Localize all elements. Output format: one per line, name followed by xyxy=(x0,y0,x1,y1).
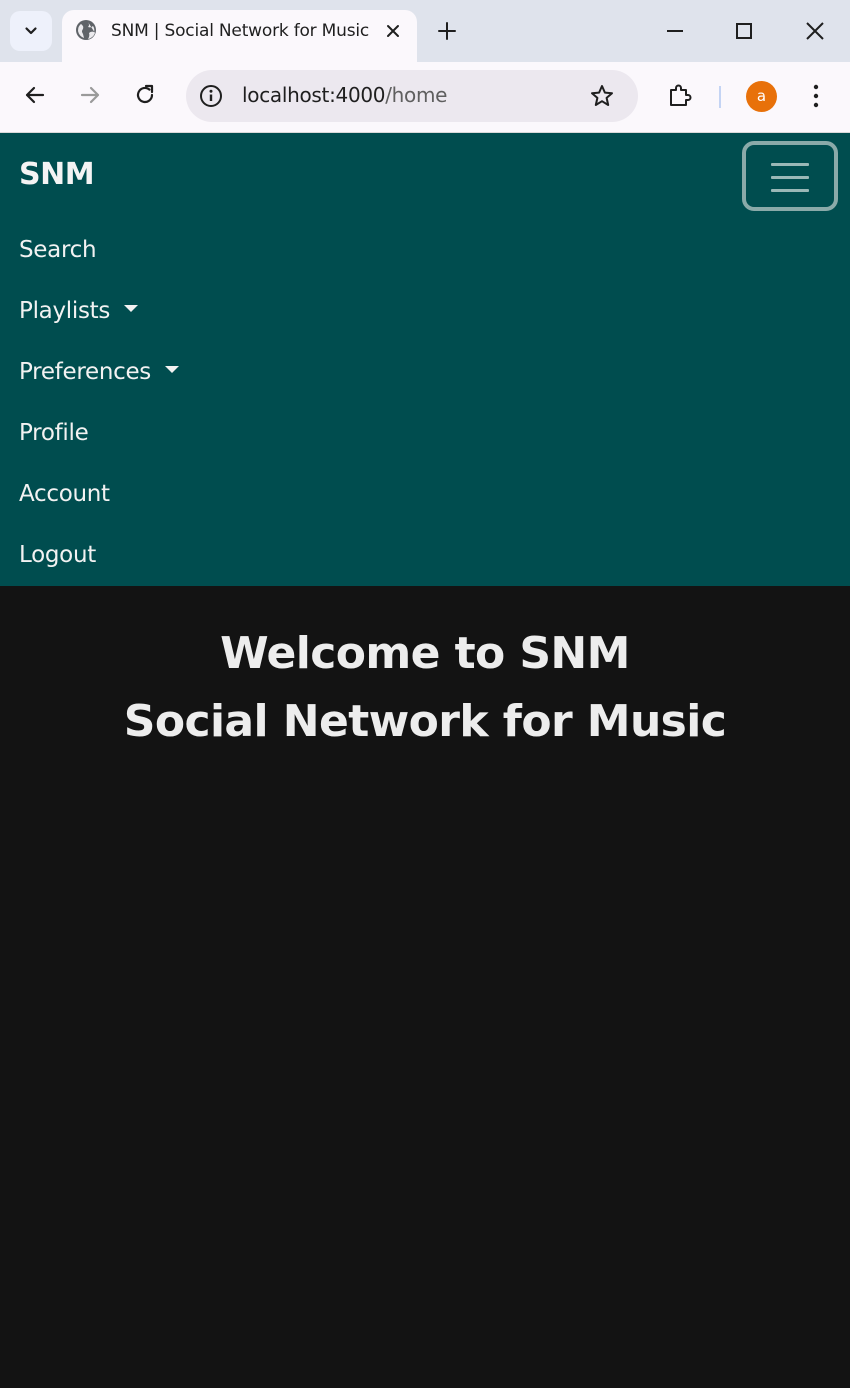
nav-item-label: Preferences xyxy=(19,358,151,385)
nav-item-label: Logout xyxy=(19,541,96,568)
extensions-puzzle-icon[interactable] xyxy=(666,82,694,110)
globe-icon xyxy=(76,20,96,40)
close-window-icon[interactable] xyxy=(803,19,827,43)
main-content: Welcome to SNM Social Network for Music xyxy=(0,586,850,1388)
tab-search-button[interactable] xyxy=(10,11,52,51)
bookmark-star-icon[interactable] xyxy=(589,83,615,109)
minimize-icon[interactable] xyxy=(663,19,687,43)
nav-item-preferences[interactable]: Preferences xyxy=(19,341,179,402)
nav-item-label: Profile xyxy=(19,419,89,446)
dropdown-caret-icon xyxy=(164,366,179,373)
nav-item-playlists[interactable]: Playlists xyxy=(19,280,179,341)
browser-tab-strip: SNM | Social Network for Music xyxy=(0,0,850,62)
close-tab-icon[interactable] xyxy=(382,20,404,42)
nav-item-label: Account xyxy=(19,480,110,507)
hamburger-icon-bar-2 xyxy=(771,176,809,179)
nav-item-label: Playlists xyxy=(19,297,111,324)
welcome-heading: Welcome to SNM Social Network for Music xyxy=(0,620,850,756)
browser-toolbar: localhost:4000/home a xyxy=(0,62,850,133)
tab-title: SNM | Social Network for Music xyxy=(111,21,370,41)
chevron-down-icon xyxy=(25,27,37,35)
site-navbar: SNM Search Playlists Preferences Profile… xyxy=(0,133,850,586)
welcome-subtitle: Social Network for Music xyxy=(123,696,727,747)
hamburger-icon-bar-3 xyxy=(771,189,809,192)
nav-menu: Search Playlists Preferences Profile Acc… xyxy=(19,219,179,585)
nav-item-label: Search xyxy=(19,236,97,263)
dropdown-caret-icon xyxy=(124,305,139,312)
more-menu-icon[interactable] xyxy=(804,82,828,110)
address-bar[interactable]: localhost:4000/home xyxy=(186,70,638,122)
nav-item-account[interactable]: Account xyxy=(19,463,179,524)
reload-icon[interactable] xyxy=(132,82,158,108)
nav-item-search[interactable]: Search xyxy=(19,219,179,280)
browser-tab[interactable]: SNM | Social Network for Music xyxy=(62,10,417,62)
toolbar-separator xyxy=(719,86,721,108)
navbar-toggler-button[interactable] xyxy=(742,141,838,211)
url-host: localhost:4000 xyxy=(242,83,386,107)
address-url: localhost:4000/home xyxy=(242,83,447,107)
maximize-icon[interactable] xyxy=(732,19,756,43)
forward-arrow-icon[interactable] xyxy=(77,82,103,108)
profile-avatar[interactable]: a xyxy=(746,81,777,112)
site-info-icon[interactable] xyxy=(199,84,223,108)
nav-item-profile[interactable]: Profile xyxy=(19,402,179,463)
welcome-title: Welcome to SNM xyxy=(220,628,630,679)
hamburger-icon-bar-1 xyxy=(771,163,809,166)
back-arrow-icon[interactable] xyxy=(22,82,48,108)
url-path: /home xyxy=(385,83,448,107)
brand-logo[interactable]: SNM xyxy=(19,157,95,192)
nav-item-logout[interactable]: Logout xyxy=(19,524,179,585)
new-tab-plus-icon[interactable] xyxy=(436,20,458,42)
